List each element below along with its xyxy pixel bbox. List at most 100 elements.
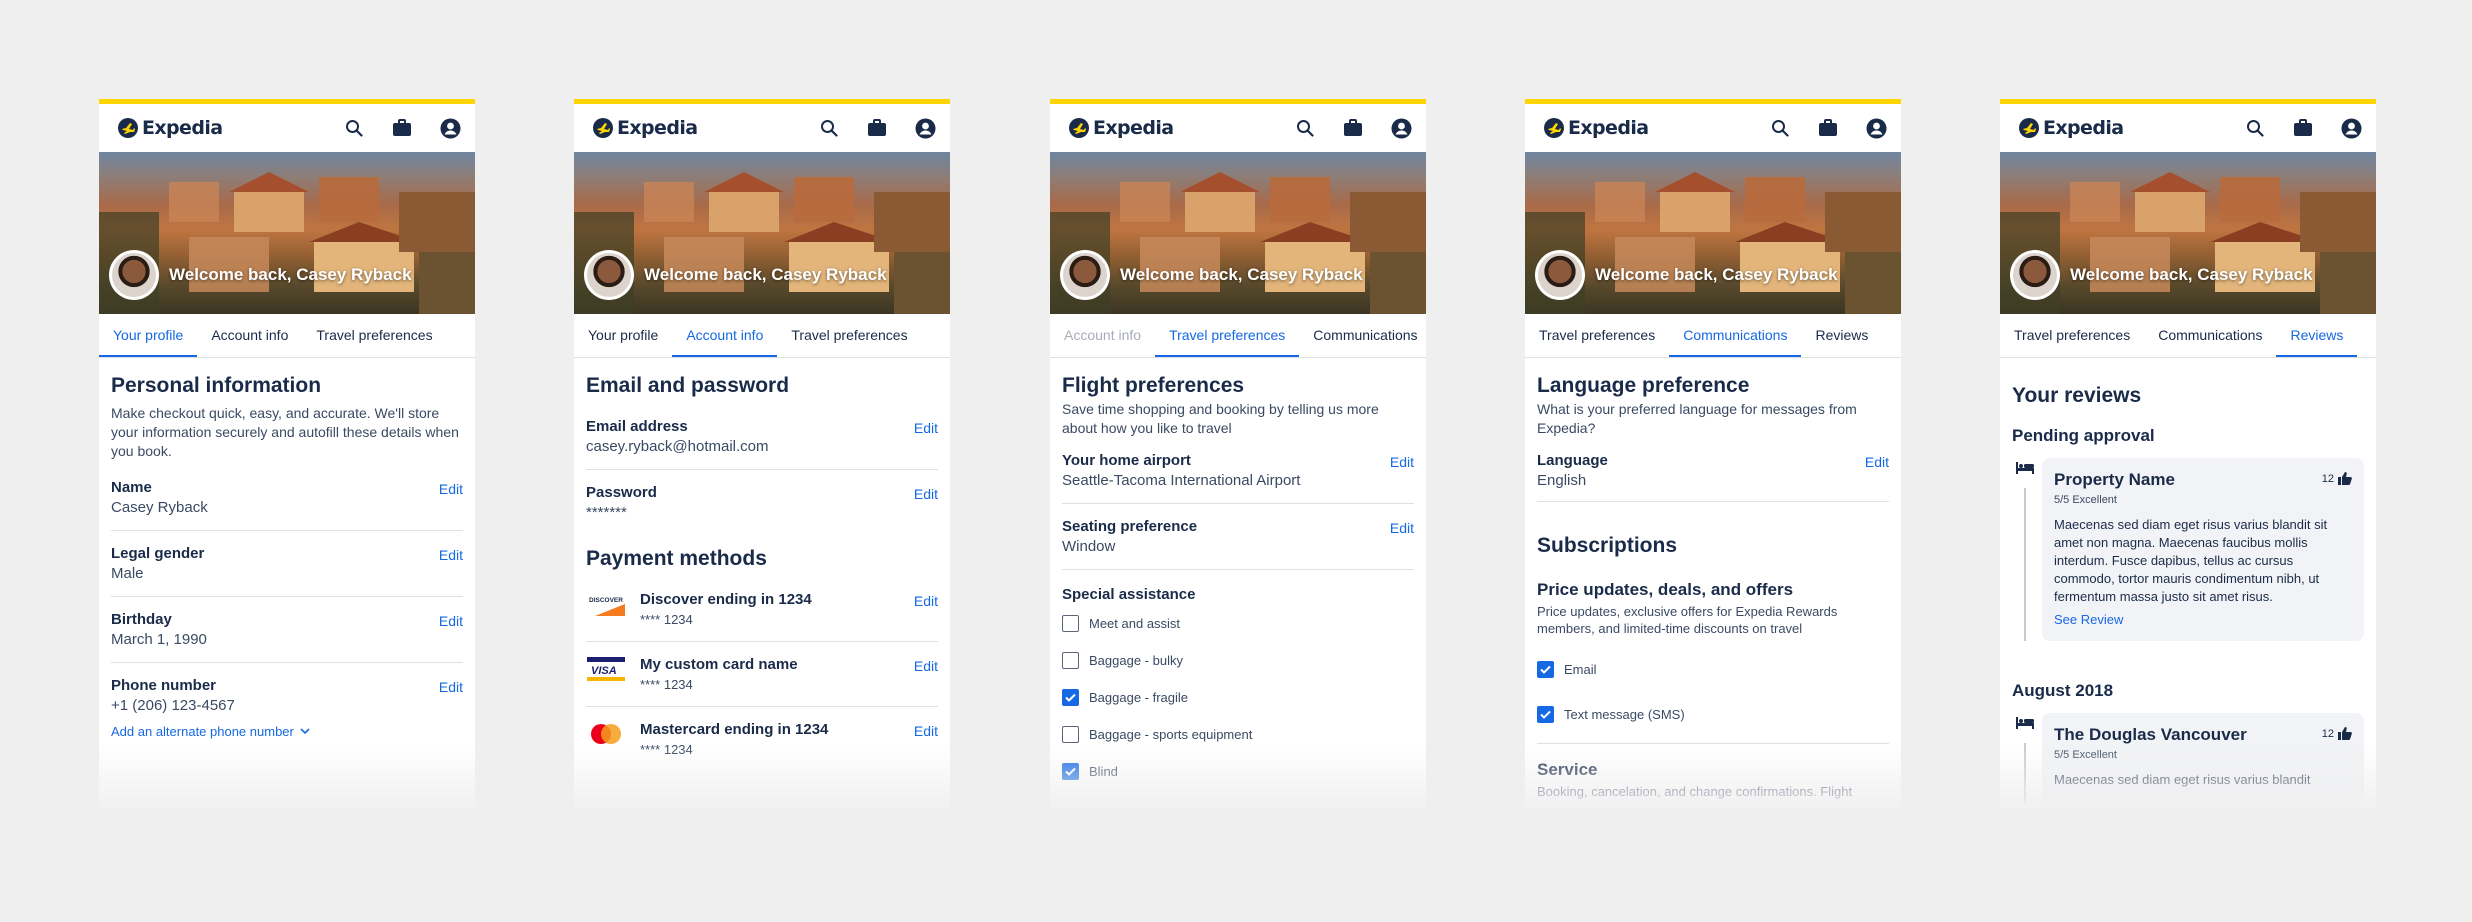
checkbox-box[interactable]: [1062, 726, 1079, 743]
search-icon[interactable]: [343, 117, 365, 139]
tab-your-profile[interactable]: Your profile: [574, 314, 672, 357]
checkbox-box-checked[interactable]: [1537, 706, 1554, 723]
likes-count: 12: [2321, 727, 2334, 740]
august-2018-title: August 2018: [2012, 681, 2114, 700]
welcome-message: Welcome back, Casey Ryback: [2070, 265, 2313, 284]
account-icon[interactable]: [439, 117, 461, 139]
checkbox-email[interactable]: Email: [1537, 661, 1889, 678]
review-card[interactable]: The Douglas Vancouver 5/5 Excellent 12 M…: [2042, 713, 2364, 803]
checkbox-sms[interactable]: Text message (SMS): [1537, 706, 1889, 723]
tab-communications[interactable]: Communications: [1669, 314, 1802, 357]
brand-name: Expedia: [1093, 117, 1174, 139]
mastercard-icon: [586, 721, 626, 747]
checkbox-baggage-sports[interactable]: Baggage - sports equipment: [1062, 726, 1414, 743]
edit-seating-button[interactable]: Edit: [1390, 520, 1414, 536]
edit-airport-button[interactable]: Edit: [1390, 454, 1414, 470]
bed-icon: [2016, 462, 2034, 474]
trips-briefcase-icon[interactable]: [1817, 117, 1839, 139]
payment-method-row[interactable]: VISA My custom card name **** 1234 Edit: [586, 642, 938, 707]
search-icon[interactable]: [1769, 117, 1791, 139]
tab-account-info[interactable]: Account info: [1050, 314, 1155, 357]
payment-title: Discover ending in 1234: [640, 591, 812, 608]
tab-communications[interactable]: Communications: [2144, 314, 2276, 357]
edit-email-button[interactable]: Edit: [914, 420, 938, 436]
expedia-logo[interactable]: Expedia: [1068, 117, 1174, 139]
service-description: Booking, cancelation, and change confirm…: [1537, 784, 1853, 799]
edit-name-button[interactable]: Edit: [439, 481, 463, 497]
account-icon[interactable]: [2340, 117, 2362, 139]
checkbox-label: Baggage - sports equipment: [1089, 727, 1253, 742]
trips-briefcase-icon[interactable]: [391, 117, 413, 139]
checkbox-box-checked[interactable]: [1062, 689, 1079, 706]
link-label: Add an alternate phone number: [111, 724, 294, 739]
field-label: Phone number: [111, 677, 217, 694]
expedia-logo[interactable]: Expedia: [592, 117, 698, 139]
checkbox-box[interactable]: [1062, 652, 1079, 669]
section-title: Flight preferences: [1062, 374, 1245, 397]
payment-method-row[interactable]: Mastercard ending in 1234 **** 1234 Edit: [586, 707, 938, 771]
tab-account-info[interactable]: Account info: [672, 314, 778, 357]
checkbox-baggage-fragile[interactable]: Baggage - fragile: [1062, 689, 1414, 706]
field-label: Legal gender: [111, 545, 205, 562]
field-value: Male: [111, 565, 144, 582]
edit-payment-button[interactable]: Edit: [914, 593, 938, 609]
checkbox-label: Meet and assist: [1089, 616, 1181, 631]
checkbox-box-checked[interactable]: [1537, 661, 1554, 678]
tab-travel-preferences[interactable]: Travel preferences: [777, 314, 921, 357]
trips-briefcase-icon[interactable]: [2292, 117, 2314, 139]
search-icon[interactable]: [818, 117, 840, 139]
plane-logo-icon: [1544, 118, 1564, 138]
account-icon[interactable]: [1390, 117, 1412, 139]
plane-logo-icon: [2019, 118, 2039, 138]
tab-account-info[interactable]: Account info: [197, 314, 302, 357]
tab-travel-preferences[interactable]: Travel preferences: [1525, 314, 1669, 357]
checkbox-box[interactable]: [1062, 615, 1079, 632]
add-alternate-phone-link[interactable]: Add an alternate phone number: [111, 724, 463, 739]
edit-password-button[interactable]: Edit: [914, 486, 938, 502]
profile-tabs: Your profile Account info Travel prefere…: [574, 314, 950, 358]
edit-gender-button[interactable]: Edit: [439, 547, 463, 563]
avatar[interactable]: [2010, 250, 2060, 300]
field-value: English: [1537, 472, 1587, 489]
tab-reviews[interactable]: Reviews: [1801, 314, 1882, 357]
account-icon[interactable]: [914, 117, 936, 139]
search-icon[interactable]: [2244, 117, 2266, 139]
edit-payment-button[interactable]: Edit: [914, 723, 938, 739]
avatar[interactable]: [1535, 250, 1585, 300]
tab-travel-preferences[interactable]: Travel preferences: [2000, 314, 2144, 357]
avatar[interactable]: [109, 250, 159, 300]
field-home-airport: Your home airport Seattle-Tacoma Internat…: [1062, 438, 1414, 504]
expedia-logo[interactable]: Expedia: [2018, 117, 2124, 139]
field-language: Language English Edit: [1537, 438, 1889, 502]
tab-your-profile[interactable]: Your profile: [99, 314, 198, 357]
checkbox-meet-and-assist[interactable]: Meet and assist: [1062, 615, 1414, 632]
profile-tabs: Travel preferences Communications Review…: [2000, 314, 2376, 358]
see-review-link[interactable]: See Review: [2054, 612, 2352, 627]
expedia-logo[interactable]: Expedia: [117, 117, 223, 139]
checkbox-blind[interactable]: Blind: [1062, 763, 1414, 780]
account-icon[interactable]: [1865, 117, 1887, 139]
search-icon[interactable]: [1294, 117, 1316, 139]
tab-communications[interactable]: Communications: [1299, 314, 1426, 357]
edit-payment-button[interactable]: Edit: [914, 658, 938, 674]
checkbox-box-checked[interactable]: [1062, 763, 1079, 780]
review-rating: 5/5 Excellent: [2054, 494, 2117, 506]
review-body: Maecenas sed diam eget risus varius blan…: [2054, 772, 2311, 787]
edit-language-button[interactable]: Edit: [1865, 454, 1889, 470]
welcome-banner: Welcome back, Casey Ryback: [584, 250, 887, 300]
tab-travel-preferences[interactable]: Travel preferences: [302, 314, 446, 357]
review-card[interactable]: Property Name 5/5 Excellent 12 Maecenas …: [2042, 458, 2364, 641]
trips-briefcase-icon[interactable]: [1342, 117, 1364, 139]
checkbox-label: Text message (SMS): [1564, 707, 1685, 722]
tab-reviews[interactable]: Reviews: [2276, 314, 2358, 357]
avatar[interactable]: [1060, 250, 1110, 300]
checkbox-baggage-bulky[interactable]: Baggage - bulky: [1062, 652, 1414, 669]
tab-travel-preferences[interactable]: Travel preferences: [1155, 314, 1300, 357]
payment-method-row[interactable]: DISCOVER Discover ending in 1234 **** 123…: [586, 577, 938, 642]
field-label: Password: [586, 484, 657, 501]
expedia-logo[interactable]: Expedia: [1543, 117, 1649, 139]
edit-phone-button[interactable]: Edit: [439, 679, 463, 695]
avatar[interactable]: [584, 250, 634, 300]
edit-birthday-button[interactable]: Edit: [439, 613, 463, 629]
trips-briefcase-icon[interactable]: [866, 117, 888, 139]
